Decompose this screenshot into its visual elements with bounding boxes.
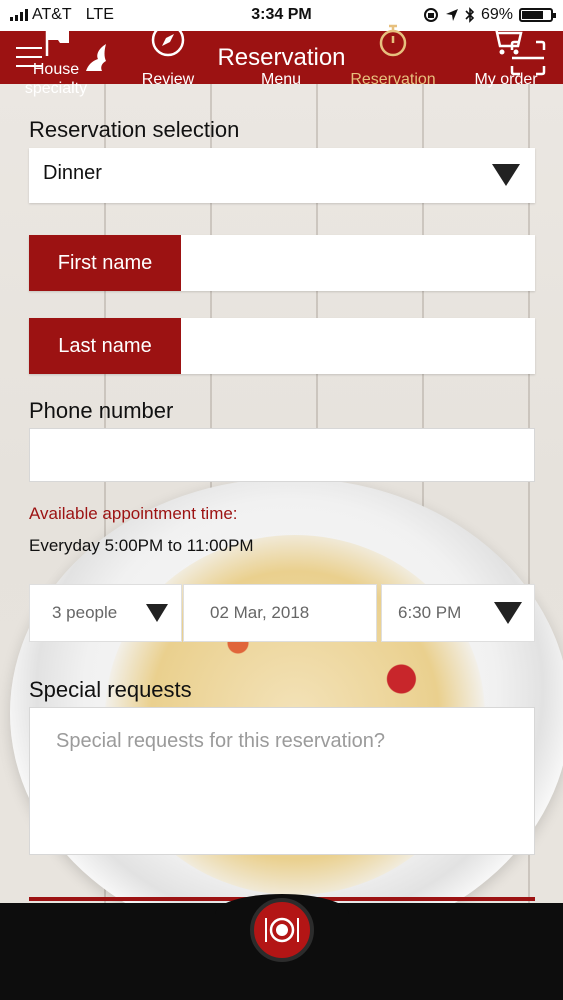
tab-review[interactable]: Review — [112, 0, 224, 97]
phone-number-label: Phone number — [29, 398, 174, 423]
date-picker[interactable]: 02 Mar, 2018 — [183, 584, 377, 642]
stopwatch-icon — [379, 24, 407, 57]
time-select[interactable]: 6:30 PM — [381, 584, 535, 642]
reservation-type-select[interactable]: Dinner — [29, 148, 535, 203]
availability-hours: Everyday 5:00PM to 11:00PM — [29, 536, 254, 555]
special-requests-placeholder: Special requests for this reservation? — [56, 730, 386, 752]
tab-label: My order — [474, 71, 538, 88]
plate-cutlery-icon — [265, 917, 299, 943]
availability-label: Available appointment time: — [29, 504, 238, 523]
tab-label: Reservation — [350, 71, 436, 88]
chevron-down-icon — [492, 164, 520, 186]
last-name-field[interactable]: Last name — [29, 318, 535, 374]
chevron-down-icon — [146, 604, 168, 622]
phone-number-input[interactable] — [29, 428, 535, 482]
last-name-label: Last name — [29, 318, 181, 374]
tab-my-order[interactable]: My order — [449, 0, 563, 97]
compass-icon — [151, 23, 185, 57]
tab-house-specialty[interactable]: House specialty — [0, 0, 112, 97]
reservation-selection-label: Reservation selection — [29, 117, 240, 142]
special-requests-label: Special requests — [29, 677, 192, 702]
tab-reservation[interactable]: Reservation — [337, 0, 449, 97]
party-size-value: 3 people — [52, 603, 118, 622]
menu-center-button[interactable] — [250, 898, 314, 962]
special-requests-textarea[interactable]: Special requests for this reservation? — [29, 707, 535, 855]
tab-menu[interactable]: Menu — [225, 0, 337, 97]
first-name-field[interactable]: First name — [29, 235, 535, 291]
first-name-label: First name — [29, 235, 181, 291]
reservation-type-value: Dinner — [43, 162, 102, 184]
flag-icon — [45, 26, 69, 56]
tab-label: Review — [141, 71, 195, 88]
time-value: 6:30 PM — [398, 603, 462, 622]
date-value: 02 Mar, 2018 — [210, 603, 310, 622]
cart-icon — [490, 26, 523, 55]
chevron-down-icon — [494, 602, 522, 624]
party-size-select[interactable]: 3 people — [29, 584, 182, 642]
tab-label: House specialty — [24, 61, 88, 97]
tab-label: Menu — [260, 71, 302, 88]
